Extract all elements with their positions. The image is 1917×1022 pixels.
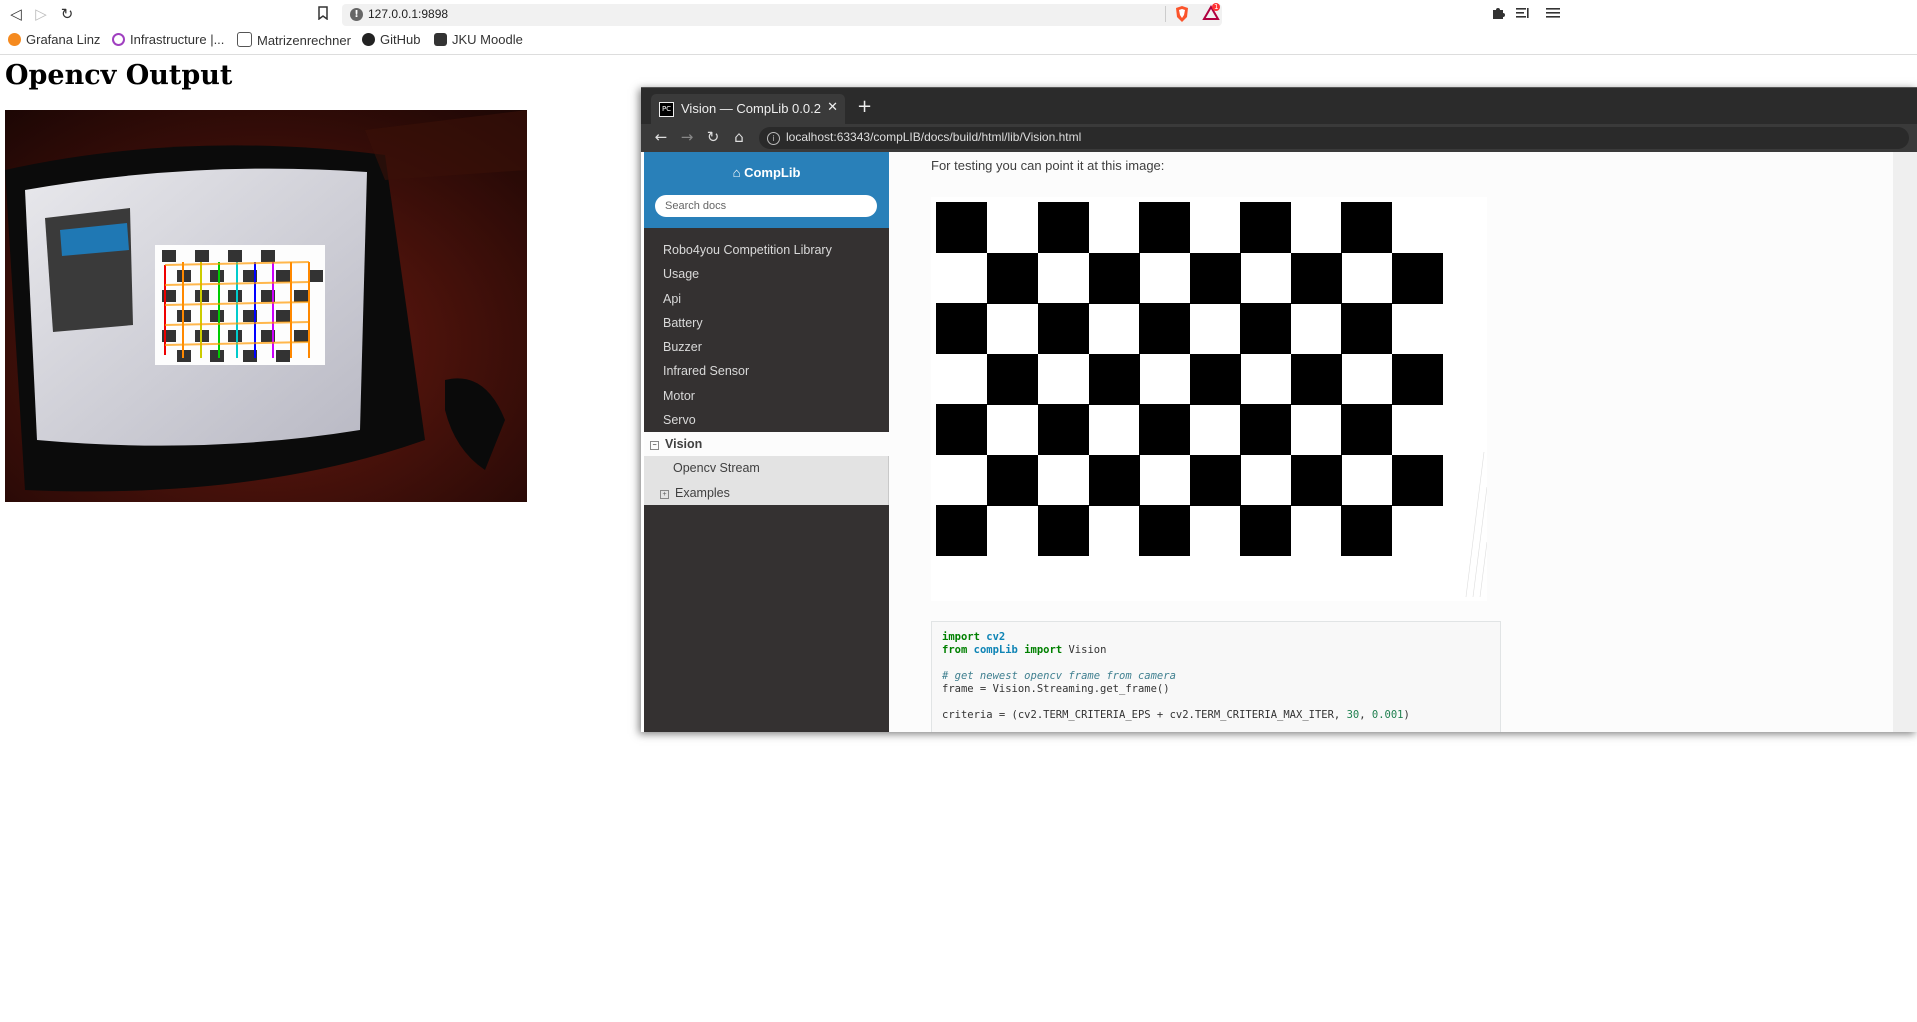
info-icon[interactable]: i	[767, 132, 780, 145]
home-icon: ⌂	[732, 165, 745, 180]
tab-strip: PC Vision — CompLib 0.0.2 d ✕ +	[641, 88, 1917, 124]
tab-title: Vision — CompLib 0.0.2 d	[681, 101, 821, 116]
extensions-icon[interactable]	[1490, 6, 1506, 22]
bookmark-moodle[interactable]: JKU Moodle	[434, 32, 523, 50]
sidebar-item-opencv-stream[interactable]: Opencv Stream	[644, 456, 889, 481]
menu-icon[interactable]	[1545, 6, 1561, 22]
docs-toolbar: ← → ↻ ⌂ i localhost:63343/compLIB/docs/b…	[641, 124, 1917, 152]
sidebar-item-vision[interactable]: − Vision	[644, 432, 889, 457]
bookmark-icon[interactable]	[315, 6, 331, 22]
code-line-5: frame = Vision.Streaming.get_frame()	[942, 683, 1170, 695]
bookmark-infrastructure[interactable]: Infrastructure |...	[112, 32, 224, 50]
address-text: 127.0.0.1:9898	[368, 7, 449, 21]
bookmark-grafana[interactable]: Grafana Linz	[8, 32, 100, 50]
reload-icon[interactable]: ↻	[705, 129, 721, 145]
docs-address-text: localhost:63343/compLIB/docs/build/html/…	[786, 130, 1082, 144]
code-block: import cv2 from compLib import Vision # …	[931, 621, 1501, 732]
infrastructure-icon	[112, 33, 125, 46]
divider	[1165, 6, 1166, 22]
moodle-icon	[434, 33, 447, 46]
reading-list-icon[interactable]	[1515, 6, 1531, 22]
sidebar-item-examples[interactable]: + Examples	[644, 480, 889, 506]
brand-link[interactable]: ⌂ CompLib	[644, 165, 889, 180]
code-line-1: import cv2	[942, 631, 1006, 643]
bookmark-github[interactable]: GitHub	[362, 32, 420, 50]
home-icon[interactable]: ⌂	[731, 129, 747, 145]
grafana-icon	[8, 33, 21, 46]
sidebar-item-battery[interactable]: Battery	[644, 311, 889, 335]
reload-icon[interactable]: ↻	[59, 6, 75, 22]
collapse-icon: −	[650, 441, 659, 451]
sidebar-item-api[interactable]: Api	[644, 287, 889, 311]
tab-vision[interactable]: PC Vision — CompLib 0.0.2 d ✕	[651, 94, 845, 124]
page-title: Opencv Output	[5, 60, 233, 91]
sidebar-item-robo4you[interactable]: Robo4you Competition Library	[644, 238, 889, 262]
docs-browser-window: PC Vision — CompLib 0.0.2 d ✕ + ← → ↻ ⌂ …	[641, 87, 1917, 732]
sidebar-header: ⌂ CompLib	[644, 152, 889, 228]
sidebar-item-usage[interactable]: Usage	[644, 262, 889, 286]
sidebar-nav: Robo4you Competition Library Usage Api B…	[644, 238, 889, 506]
info-icon[interactable]: !	[350, 8, 363, 21]
bookmarks-bar: Grafana Linz Infrastructure |... Matrize…	[0, 28, 1917, 55]
search-docs-input[interactable]	[655, 195, 877, 217]
checkerboard-image	[931, 197, 1488, 601]
code-line-4: # get newest opencv frame from camera	[942, 670, 1176, 682]
sidebar-item-buzzer[interactable]: Buzzer	[644, 335, 889, 359]
sidebar-item-motor[interactable]: Motor	[644, 384, 889, 408]
back-icon[interactable]: ◁	[8, 6, 24, 22]
forward-icon[interactable]: →	[679, 129, 695, 145]
expand-icon: +	[660, 489, 669, 499]
code-line-2: from compLib import Vision	[942, 644, 1107, 656]
code-line-7: criteria = (cv2.TERM_CRITERIA_EPS + cv2.…	[942, 709, 1410, 721]
docs-address-bar[interactable]: i localhost:63343/compLIB/docs/build/htm…	[759, 127, 1909, 149]
docs-main: For testing you can point it at this ima…	[889, 152, 1917, 732]
checkerboard-svg	[931, 197, 1488, 601]
opencv-output-image	[5, 110, 527, 502]
bookmark-matrizenrechner[interactable]: Matrizenrechner	[237, 32, 351, 50]
outer-browser-toolbar: ◁ ▷ ↻ ! 127.0.0.1:9898 1	[0, 0, 1917, 28]
brave-rewards-icon[interactable]: 1	[1202, 3, 1221, 25]
forward-icon[interactable]: ▷	[33, 6, 49, 22]
matrix-icon	[237, 32, 252, 47]
docs-content: ⌂ CompLib Robo4you Competition Library U…	[641, 152, 1917, 732]
right-gutter	[1893, 152, 1917, 732]
docs-sidebar: ⌂ CompLib Robo4you Competition Library U…	[644, 152, 889, 732]
sidebar-item-servo[interactable]: Servo	[644, 408, 889, 432]
intro-text: For testing you can point it at this ima…	[931, 158, 1165, 173]
address-bar[interactable]: ! 127.0.0.1:9898	[342, 4, 1222, 26]
pycharm-icon: PC	[659, 102, 674, 117]
new-tab-icon[interactable]: +	[857, 96, 872, 117]
github-icon	[362, 33, 375, 46]
back-icon[interactable]: ←	[653, 129, 669, 145]
brave-shield-icon[interactable]	[1174, 5, 1190, 27]
sidebar-item-infrared-sensor[interactable]: Infrared Sensor	[644, 359, 889, 383]
close-icon[interactable]: ✕	[827, 100, 838, 115]
